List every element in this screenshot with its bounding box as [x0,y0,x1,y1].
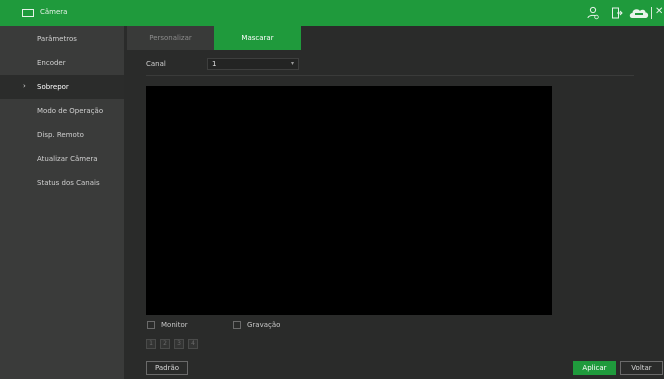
user-icon[interactable] [587,6,599,20]
mask-area-button[interactable]: 4 [188,339,198,349]
canal-select-value: 1 [212,60,217,68]
mask-area-button[interactable]: 2 [160,339,170,349]
toolbar-separator [651,7,652,19]
cloud-icon[interactable] [628,6,650,20]
tab-mascarar[interactable]: Mascarar [214,26,301,50]
sidebar-item-disp-remoto[interactable]: Disp. Remoto [0,123,124,147]
sidebar-item-label: Status dos Canais [37,179,100,187]
sidebar-item-sobrepor[interactable]: › Sobrepor [0,75,124,99]
monitor-checkbox[interactable] [147,321,155,329]
sidebar-item-label: Encoder [37,59,66,67]
chevron-right-icon: › [23,82,26,90]
gravacao-label: Gravação [247,321,281,329]
mask-area-button[interactable]: 3 [174,339,184,349]
sidebar-item-status-dos-canais[interactable]: Status dos Canais [0,171,124,195]
sidebar-item-label: Modo de Operação [37,107,104,115]
monitor-label: Monitor [161,321,188,329]
sidebar: Parâmetros Encoder › Sobrepor Modo de Op… [0,26,124,379]
sidebar-item-label: Disp. Remoto [37,131,84,139]
canal-select[interactable]: 1 ▾ [207,58,299,70]
title-bar: Câmera ✕ [0,0,664,26]
sidebar-item-parametros[interactable]: Parâmetros [0,27,124,51]
exit-icon[interactable] [611,6,623,20]
window-title: Câmera [40,8,68,16]
window-icon [22,9,34,17]
default-button[interactable]: Padrão [146,361,188,375]
sidebar-item-encoder[interactable]: Encoder [0,51,124,75]
sidebar-item-label: Parâmetros [37,35,77,43]
tab-personalizar[interactable]: Personalizar [127,26,214,50]
sidebar-item-modo-de-operacao[interactable]: Modo de Operação [0,99,124,123]
canal-label: Canal [146,60,166,68]
sidebar-item-label: Atualizar Câmera [37,155,98,163]
sidebar-item-atualizar-camera[interactable]: Atualizar Câmera [0,147,124,171]
apply-button[interactable]: Aplicar [573,361,616,375]
mask-area-button[interactable]: 1 [146,339,156,349]
back-button[interactable]: Voltar [620,361,663,375]
video-preview[interactable] [146,86,552,315]
chevron-down-icon: ▾ [290,60,294,67]
close-icon[interactable]: ✕ [655,6,663,18]
gravacao-checkbox[interactable] [233,321,241,329]
sidebar-item-label: Sobrepor [37,83,69,91]
divider [146,75,634,76]
